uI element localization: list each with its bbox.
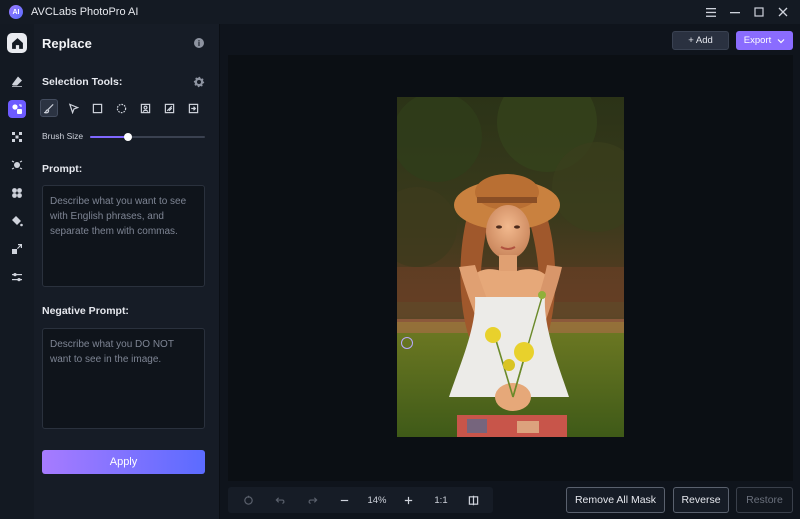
undo-icon[interactable]: [273, 487, 287, 513]
export-label: Export: [743, 35, 772, 46]
canvas-toolbar: 14% 1:1: [228, 487, 493, 513]
ellipse-icon[interactable]: [112, 99, 130, 117]
rectangle-icon[interactable]: [88, 99, 106, 117]
zoom-out-icon[interactable]: [337, 487, 351, 513]
import-icon[interactable]: [184, 99, 202, 117]
replace-panel: Replace i Selection Tools: Brush Size Pr…: [34, 24, 220, 519]
color-icon[interactable]: [8, 212, 26, 230]
app-logo-icon: AI: [9, 5, 23, 19]
background-icon[interactable]: [8, 156, 26, 174]
image-canvas[interactable]: [228, 55, 793, 481]
replace-icon[interactable]: [8, 100, 26, 118]
adjust-icon[interactable]: [8, 268, 26, 286]
brush-size-label: Brush Size: [42, 131, 84, 141]
window-controls: [698, 0, 794, 24]
portrait-icon[interactable]: [136, 99, 154, 117]
tool-rail: [0, 24, 34, 519]
brush-cursor: [401, 337, 413, 349]
info-icon[interactable]: i: [194, 38, 204, 48]
edited-photo[interactable]: [397, 97, 624, 437]
redo-icon[interactable]: [305, 487, 319, 513]
object-icon[interactable]: [8, 184, 26, 202]
brush-size-handle[interactable]: [123, 133, 132, 141]
actual-size-button[interactable]: 1:1: [430, 487, 452, 513]
app-window: AI AVCLabs PhotoPro AI Replace i Selecti…: [0, 0, 800, 519]
zoom-in-icon[interactable]: [401, 487, 415, 513]
prompt-input[interactable]: [50, 194, 197, 278]
gear-icon[interactable]: [193, 75, 205, 88]
pointer-icon[interactable]: [64, 99, 82, 117]
zoom-level: 14%: [367, 494, 387, 506]
title-bar: AI AVCLabs PhotoPro AI: [0, 0, 800, 24]
export-button[interactable]: Export: [736, 31, 793, 50]
selection-tools-label: Selection Tools:: [42, 76, 123, 88]
brush-size-slider[interactable]: [90, 133, 205, 141]
brush-icon[interactable]: [40, 99, 58, 117]
close-icon[interactable]: [772, 2, 794, 22]
maximize-icon[interactable]: [748, 2, 770, 22]
reset-icon[interactable]: [241, 487, 255, 513]
enhance-icon[interactable]: [8, 128, 26, 146]
menu-icon[interactable]: [700, 2, 722, 22]
negative-prompt-label: Negative Prompt:: [42, 305, 129, 317]
selection-tools: [40, 99, 208, 117]
upscale-icon[interactable]: [8, 240, 26, 258]
restore-button[interactable]: Restore: [736, 487, 793, 513]
remove-all-mask-button[interactable]: Remove All Mask: [566, 487, 665, 513]
home-icon[interactable]: [7, 33, 27, 53]
minimize-icon[interactable]: [724, 2, 746, 22]
brush-size-fill: [90, 136, 128, 138]
prompt-box: [42, 185, 205, 287]
eraser-icon[interactable]: [8, 72, 26, 90]
negative-prompt-box: [42, 328, 205, 429]
chevron-down-icon: [777, 38, 785, 43]
negative-prompt-input[interactable]: [50, 337, 197, 420]
add-button[interactable]: + Add: [672, 31, 729, 50]
compare-icon[interactable]: [466, 487, 480, 513]
reverse-button[interactable]: Reverse: [673, 487, 729, 513]
auto-select-icon[interactable]: [160, 99, 178, 117]
apply-button[interactable]: Apply: [42, 450, 205, 474]
prompt-label: Prompt:: [42, 163, 83, 175]
app-title: AVCLabs PhotoPro AI: [31, 6, 139, 18]
panel-title: Replace: [42, 36, 92, 51]
